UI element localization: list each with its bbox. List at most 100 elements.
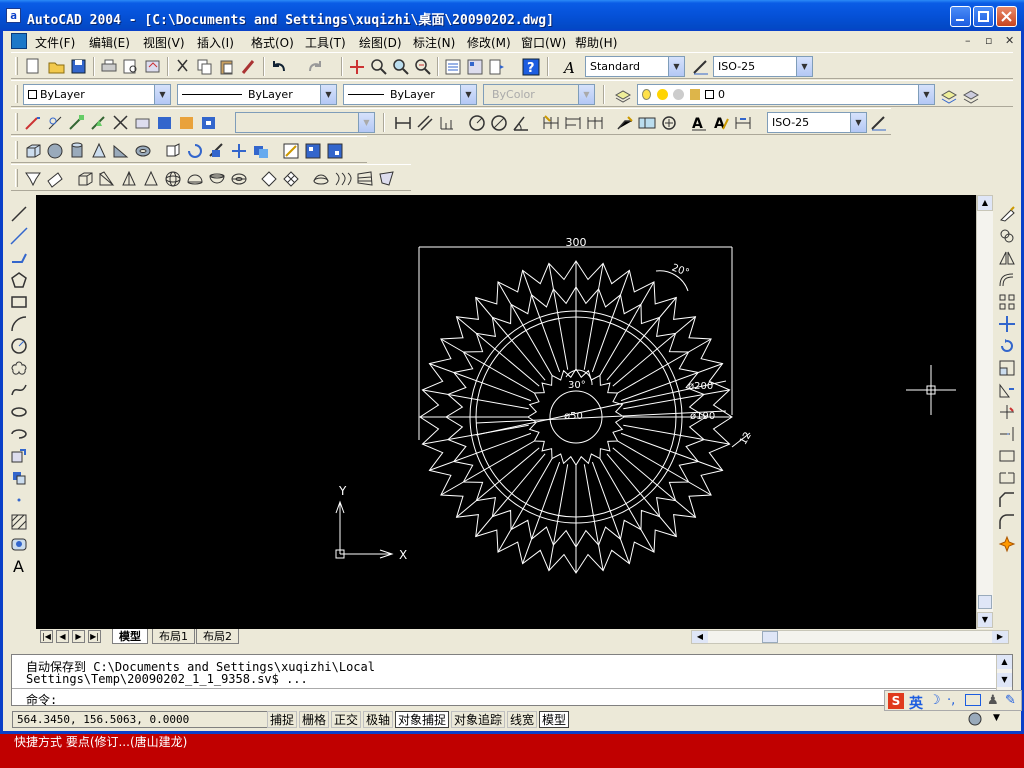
- polygon-icon[interactable]: [9, 270, 29, 290]
- tolerance-icon[interactable]: [637, 113, 657, 132]
- quick-dim-icon[interactable]: [541, 113, 561, 132]
- polyline-icon[interactable]: [9, 248, 29, 268]
- insert-block-icon[interactable]: [9, 446, 29, 466]
- slice-icon[interactable]: [207, 141, 227, 160]
- surf-dome-icon[interactable]: [185, 169, 205, 188]
- snap-endpoint-icon[interactable]: [67, 113, 87, 132]
- zoom-window-icon[interactable]: [391, 57, 411, 76]
- center-mark-icon[interactable]: [659, 113, 679, 132]
- rotate-icon[interactable]: [997, 336, 1017, 356]
- drawing-canvas[interactable]: 300 20° 30° ø200 ø190 ø50 12 Y X: [36, 195, 976, 629]
- scroll-left-icon[interactable]: ◀: [692, 631, 708, 643]
- 3d-face-icon[interactable]: [45, 169, 65, 188]
- mdi-restore-icon[interactable]: ▫: [985, 34, 992, 47]
- scroll-down-icon[interactable]: ▼: [997, 673, 1012, 687]
- leader-icon[interactable]: [615, 113, 635, 132]
- revolved-surface-icon[interactable]: [311, 169, 331, 188]
- hatch-icon[interactable]: [9, 512, 29, 532]
- setup-view-icon[interactable]: [303, 141, 323, 160]
- wrench-icon[interactable]: ✎: [1005, 693, 1016, 708]
- publish-icon[interactable]: [143, 57, 163, 76]
- menu-help[interactable]: 帮助(H): [575, 34, 617, 51]
- menu-file[interactable]: 文件(F): [35, 34, 75, 51]
- sogou-icon[interactable]: S: [888, 693, 904, 709]
- dim-style-manager-icon[interactable]: [869, 113, 889, 132]
- help-icon[interactable]: ?: [521, 57, 541, 76]
- dim-baseline-icon[interactable]: [563, 113, 583, 132]
- toolbar-grip[interactable]: [15, 141, 18, 159]
- preview-icon[interactable]: [121, 57, 141, 76]
- tabulated-surface-icon[interactable]: [333, 169, 353, 188]
- app-icon[interactable]: a: [6, 8, 21, 23]
- toolbar-grip[interactable]: [15, 57, 18, 75]
- mdi-close-icon[interactable]: ✕: [1005, 34, 1014, 47]
- break-at-point-icon[interactable]: [997, 446, 1017, 466]
- last-tab-icon[interactable]: ▶|: [88, 630, 101, 643]
- ortho-toggle[interactable]: 正交: [331, 711, 362, 728]
- first-tab-icon[interactable]: |◀: [40, 630, 53, 643]
- copy-icon[interactable]: [195, 57, 215, 76]
- tab-layout2[interactable]: 布局2: [196, 629, 239, 644]
- chevron-down-icon[interactable]: ▼: [154, 85, 170, 104]
- moon-icon[interactable]: ☽: [929, 693, 941, 708]
- snap-intersection-icon[interactable]: [111, 113, 131, 132]
- menu-window[interactable]: 窗口(W): [521, 34, 566, 51]
- polar-toggle[interactable]: 极轴: [363, 711, 394, 728]
- properties-icon[interactable]: [443, 57, 463, 76]
- menu-insert[interactable]: 插入(I): [197, 34, 234, 51]
- construction-line-icon[interactable]: [9, 226, 29, 246]
- scroll-up-icon[interactable]: ▲: [977, 195, 993, 211]
- snap-midpoint-icon[interactable]: [89, 113, 109, 132]
- tab-layout1[interactable]: 布局1: [152, 629, 195, 644]
- snap-extension-icon[interactable]: [155, 113, 175, 132]
- region-icon[interactable]: [9, 534, 29, 554]
- edge-surface-icon[interactable]: [377, 169, 397, 188]
- surf-sphere-icon[interactable]: [163, 169, 183, 188]
- chamfer-icon[interactable]: [997, 490, 1017, 510]
- toolbar-grip[interactable]: [15, 113, 18, 131]
- point-icon[interactable]: [9, 490, 29, 510]
- snap-quadrant-icon[interactable]: [199, 113, 219, 132]
- scroll-right-icon[interactable]: ▶: [992, 631, 1008, 643]
- chevron-down-icon[interactable]: ▼: [668, 57, 684, 76]
- horizontal-scrollbar[interactable]: ◀ ▶: [691, 630, 1009, 644]
- layer-previous-icon[interactable]: [961, 85, 981, 104]
- menu-format[interactable]: 格式(O): [251, 34, 294, 51]
- zoom-previous-icon[interactable]: [413, 57, 433, 76]
- keyboard-icon[interactable]: [965, 694, 981, 706]
- next-tab-icon[interactable]: ▶: [72, 630, 85, 643]
- print-icon[interactable]: [99, 57, 119, 76]
- ellipse-arc-icon[interactable]: [9, 424, 29, 444]
- open-icon[interactable]: [47, 57, 67, 76]
- scale-icon[interactable]: [997, 358, 1017, 378]
- menu-modify[interactable]: 修改(M): [467, 34, 511, 51]
- torus-icon[interactable]: [133, 141, 153, 160]
- lineweight-select[interactable]: ByLayer ▼: [343, 84, 477, 105]
- surf-torus-icon[interactable]: [229, 169, 249, 188]
- scroll-up-icon[interactable]: ▲: [997, 655, 1012, 669]
- linetype-select[interactable]: ByLayer ▼: [177, 84, 337, 105]
- menu-tools[interactable]: 工具(T): [305, 34, 346, 51]
- dim-linear-icon[interactable]: [393, 113, 413, 132]
- edge-icon[interactable]: [259, 169, 279, 188]
- rectangle-icon[interactable]: [9, 292, 29, 312]
- dim-style-select[interactable]: ISO-25 ▼: [713, 56, 813, 77]
- mirror-icon[interactable]: [997, 248, 1017, 268]
- snap-center-icon[interactable]: [177, 113, 197, 132]
- cylinder-icon[interactable]: [67, 141, 87, 160]
- document-icon[interactable]: [11, 33, 27, 49]
- cut-icon[interactable]: [173, 57, 193, 76]
- vertical-scrollbar[interactable]: ▲ ▼: [976, 195, 993, 629]
- section-icon[interactable]: [229, 141, 249, 160]
- osnap-toggle[interactable]: 对象捕捉: [395, 711, 450, 728]
- revolve-icon[interactable]: [185, 141, 205, 160]
- ime-mode-label[interactable]: 英: [909, 693, 923, 713]
- snap-from-icon[interactable]: [45, 113, 65, 132]
- dim-edit-icon[interactable]: A: [689, 113, 709, 132]
- chevron-down-icon[interactable]: ▼: [320, 85, 336, 104]
- 3d-mesh-icon[interactable]: [281, 169, 301, 188]
- save-icon[interactable]: [69, 57, 89, 76]
- dim-update-icon[interactable]: [733, 113, 753, 132]
- menu-view[interactable]: 视图(V): [143, 34, 185, 51]
- explode-icon[interactable]: [997, 534, 1017, 554]
